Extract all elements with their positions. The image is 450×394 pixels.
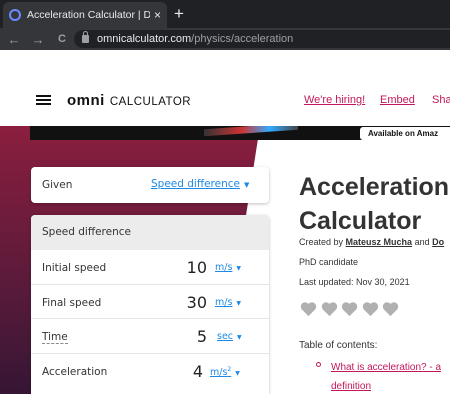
toc-heading: Table of contents:: [299, 340, 378, 351]
new-tab-icon[interactable]: +: [174, 4, 184, 24]
unit-text: m/s: [215, 296, 233, 308]
heart-icon[interactable]: [382, 301, 399, 317]
chevron-down-icon: ▼: [236, 299, 242, 307]
and-text: and: [414, 237, 430, 247]
author-link-1[interactable]: Mateusz Mucha: [346, 237, 413, 247]
acceleration-unit-select[interactable]: m/s2▼: [210, 366, 240, 378]
byline: Created by Mateusz Mucha and Do: [299, 237, 444, 247]
author-title: PhD candidate: [299, 257, 359, 267]
back-icon[interactable]: ←: [4, 32, 24, 47]
unit-text: m/s: [210, 366, 228, 378]
forward-icon[interactable]: →: [28, 32, 48, 47]
logo-calculator-text: CALCULATOR: [109, 96, 192, 108]
browser-tabbar: Acceleration Calculator | Definitio × +: [0, 0, 450, 28]
reload-icon[interactable]: C: [52, 33, 72, 45]
hiring-link[interactable]: We're hiring!: [304, 94, 365, 106]
browser-toolbar: ← → C omnicalculator.com/physics/acceler…: [0, 28, 450, 50]
time-unit-select[interactable]: sec ▼: [217, 331, 242, 342]
time-input[interactable]: 5: [197, 327, 207, 346]
ad-banner[interactable]: Available on Amaz: [30, 126, 450, 140]
given-dropdown-value: Speed difference: [151, 178, 240, 190]
created-by-text: Created by: [299, 237, 344, 247]
initial-speed-label: Initial speed: [42, 262, 107, 274]
chevron-down-icon: ▼: [237, 334, 242, 341]
given-label: Given: [42, 179, 73, 191]
final-speed-unit-select[interactable]: m/s ▼: [215, 297, 241, 308]
final-speed-label: Final speed: [42, 296, 102, 309]
acceleration-row: Acceleration 4 m/s2▼: [31, 354, 269, 389]
chevron-down-icon: ▼: [243, 181, 250, 189]
share-link[interactable]: Sha: [432, 94, 450, 106]
initial-speed-row: Initial speed 10 m/s ▼: [31, 250, 269, 285]
lock-icon: [82, 31, 89, 43]
omni-favicon-icon: [9, 9, 21, 21]
heart-icon[interactable]: [300, 301, 317, 317]
chevron-down-icon: ▼: [235, 369, 240, 377]
section-title: Speed difference: [31, 215, 269, 250]
chevron-down-icon: ▼: [236, 265, 242, 272]
given-dropdown[interactable]: Speed difference ▼: [151, 178, 249, 190]
acceleration-input[interactable]: 4: [193, 362, 203, 381]
page-title: Acceleration Calculator: [299, 170, 449, 238]
given-selector-card: Given Speed difference ▼: [31, 167, 269, 203]
toc-item-line-2: definition: [331, 381, 372, 392]
unit-text: m/s: [215, 262, 233, 273]
title-line-2: Calculator: [299, 207, 422, 235]
bullet-circle-icon: [316, 362, 321, 367]
last-updated: Last updated: Nov 30, 2021: [299, 277, 410, 287]
initial-speed-input[interactable]: 10: [187, 258, 207, 277]
url-path: /physics/acceleration: [191, 33, 294, 45]
final-speed-input[interactable]: 30: [187, 293, 207, 312]
heart-icon[interactable]: [362, 301, 379, 317]
embed-link[interactable]: Embed: [380, 94, 415, 106]
heart-icon[interactable]: [321, 301, 338, 317]
acceleration-label: Acceleration: [42, 365, 108, 378]
site-header: omni CALCULATOR We're hiring! Embed Sha: [0, 72, 450, 126]
speed-difference-card: Speed difference Initial speed 10 m/s ▼ F…: [31, 215, 269, 394]
time-label[interactable]: Time: [42, 331, 68, 344]
toc-item-line-1: What is acceleration? - a: [331, 362, 442, 373]
final-speed-row: Final speed 30 m/s ▼: [31, 285, 269, 319]
title-line-1: Acceleration: [299, 173, 450, 201]
hamburger-menu-icon[interactable]: [36, 95, 51, 105]
time-row: Time 5 sec ▼: [31, 319, 269, 354]
banner-product-image: [204, 126, 298, 137]
close-tab-icon[interactable]: ×: [154, 8, 161, 22]
omni-logo[interactable]: omni CALCULATOR: [67, 92, 191, 109]
unit-exponent: 2: [227, 365, 232, 373]
initial-speed-unit-select[interactable]: m/s ▼: [215, 262, 241, 273]
url-host: omnicalculator.com: [97, 33, 192, 45]
heart-icon[interactable]: [341, 301, 358, 317]
amazon-badge[interactable]: Available on Amaz: [360, 127, 450, 140]
rating-hearts[interactable]: [300, 301, 403, 317]
browser-tab[interactable]: Acceleration Calculator | Definitio ×: [3, 2, 167, 28]
author-link-2[interactable]: Do: [432, 237, 444, 247]
unit-text: sec: [217, 331, 234, 342]
toc-item[interactable]: What is acceleration? - a definition: [316, 358, 450, 394]
address-bar[interactable]: omnicalculator.com/physics/acceleration: [74, 30, 450, 48]
tab-title: Acceleration Calculator | Definitio: [27, 9, 150, 21]
logo-omni-text: omni: [67, 92, 105, 109]
